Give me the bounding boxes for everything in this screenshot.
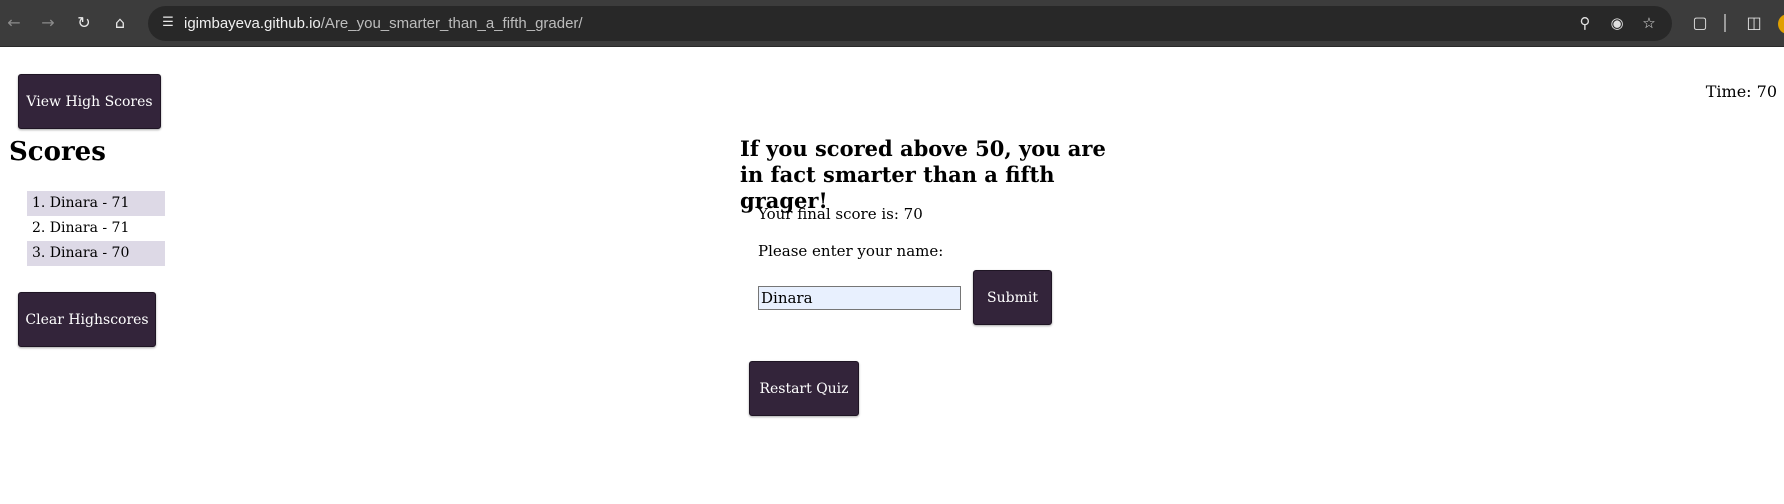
restart-quiz-button[interactable]: Restart Quiz [749,361,859,416]
bookmark-star-icon[interactable]: ☆ [1636,10,1662,36]
forward-icon[interactable]: → [34,9,62,37]
profile-avatar[interactable] [1778,14,1784,34]
result-headline: If you scored above 50, you are in fact … [740,136,1106,213]
browser-toolbar: ← → ↻ ⌂ ☰ igimbayeva.github.io/Are_you_s… [0,0,1784,47]
scores-heading: Scores [9,137,106,167]
toolbar-divider [1724,14,1726,32]
eye-icon[interactable]: ◉ [1604,10,1630,36]
side-panel-icon[interactable]: ◫ [1740,9,1768,37]
score-item: 1. Dinara - 71 [27,191,165,216]
view-high-scores-button[interactable]: View High Scores [18,74,161,129]
clear-highscores-button[interactable]: Clear Highscores [18,292,156,347]
extensions-icon[interactable]: ▢ [1686,9,1714,37]
url-host: igimbayeva.github.io [184,15,321,32]
home-icon[interactable]: ⌂ [106,9,134,37]
timer-text: Time: 70 [1705,82,1777,101]
score-item: 2. Dinara - 71 [27,216,165,241]
url-text[interactable]: igimbayeva.github.io/Are_you_smarter_tha… [184,6,583,41]
reload-icon[interactable]: ↻ [70,9,98,37]
back-icon[interactable]: ← [0,9,28,37]
scores-list: 1. Dinara - 71 2. Dinara - 71 3. Dinara … [27,191,165,266]
zoom-icon[interactable]: ⚲ [1572,10,1598,36]
name-prompt-label: Please enter your name: [758,242,944,260]
name-input[interactable] [758,286,961,310]
site-info-icon[interactable]: ☰ [158,13,178,33]
submit-button[interactable]: Submit [973,270,1052,325]
final-score-text: Your final score is: 70 [758,205,923,223]
url-path: /Are_you_smarter_than_a_fifth_grader/ [320,15,583,32]
score-item: 3. Dinara - 70 [27,241,165,266]
address-bar[interactable]: ☰ igimbayeva.github.io/Are_you_smarter_t… [148,6,1672,41]
